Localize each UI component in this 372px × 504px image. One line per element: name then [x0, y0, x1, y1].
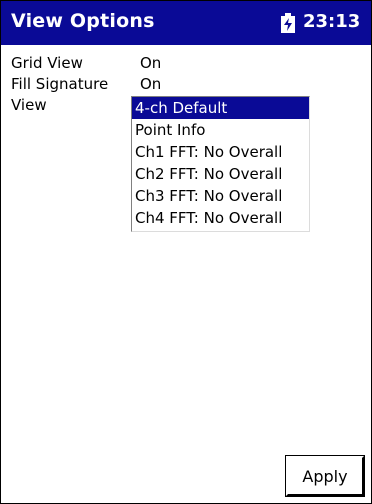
view-option-ch4-fft[interactable]: Ch4 FFT: No Overall: [132, 207, 309, 229]
view-option-ch1-fft[interactable]: Ch1 FFT: No Overall: [132, 141, 309, 163]
view-label: View: [11, 96, 47, 114]
clock-time: 23:13: [303, 11, 361, 32]
grid-view-value[interactable]: On: [140, 53, 161, 73]
view-option-4ch-default[interactable]: 4-ch Default: [132, 97, 309, 119]
window-title: View Options: [11, 10, 155, 32]
fill-signature-value[interactable]: On: [140, 74, 161, 94]
view-listbox[interactable]: 4-ch Default Point Info Ch1 FFT: No Over…: [131, 96, 310, 232]
view-options-window: View Options 23:13 Grid View On Fill Sig…: [0, 0, 372, 504]
grid-view-label: Grid View: [11, 54, 83, 72]
view-option-ch2-fft[interactable]: Ch2 FFT: No Overall: [132, 163, 309, 185]
battery-icon-graphic: [281, 13, 295, 33]
apply-button[interactable]: Apply: [285, 455, 365, 497]
view-option-point-info[interactable]: Point Info: [132, 119, 309, 141]
title-bar: View Options 23:13: [1, 1, 371, 45]
view-option-ch3-fft[interactable]: Ch3 FFT: No Overall: [132, 185, 309, 207]
fill-signature-label: Fill Signature: [11, 75, 109, 93]
battery-icon: [281, 13, 295, 33]
